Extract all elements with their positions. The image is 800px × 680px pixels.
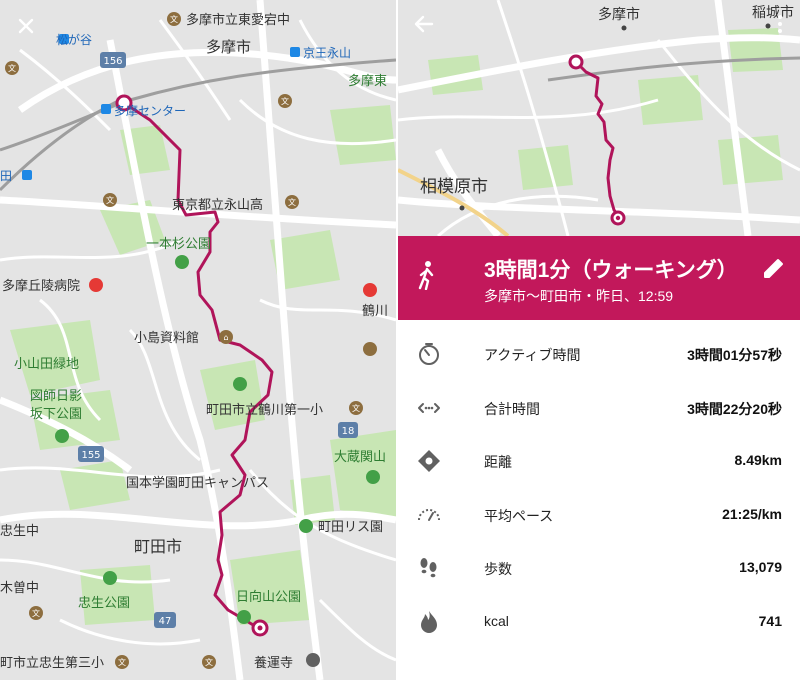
stat-value: 3時間01分57秒 <box>687 347 782 363</box>
label-park-3: 忠生公園 <box>78 596 130 611</box>
stat-value: 8.49km <box>734 452 782 468</box>
stat-value: 21:25/km <box>722 505 782 522</box>
stat-row-total-time: 合計時間 3時間22分20秒 <box>398 382 800 436</box>
label-park-2b: 坂下公園 <box>30 407 82 422</box>
map-canvas[interactable]: 156 155 18 47 文文文 文文⌂ 文文文 文 多摩市立東愛宕中 松が谷… <box>0 0 396 680</box>
label-zoo: 町田リス園 <box>318 520 383 535</box>
activity-subtitle: 多摩市〜町田市・昨日、12:59 <box>484 288 674 304</box>
stat-value: 3時間22分20秒 <box>687 400 782 417</box>
distance-icon <box>416 448 442 474</box>
svg-text:文: 文 <box>32 608 40 618</box>
label-school-1: 多摩市立東愛宕中 <box>186 12 290 28</box>
svg-text:文: 文 <box>352 403 360 413</box>
stat-label: 合計時間 <box>484 400 540 417</box>
label-area-1: 多摩東 <box>348 73 387 89</box>
svg-text:155: 155 <box>81 450 100 461</box>
stat-label: 平均ペース <box>484 507 554 524</box>
close-icon[interactable] <box>10 10 42 42</box>
route-shield-18: 18 <box>338 422 358 438</box>
stat-row-active-time: アクティブ時間 3時間01分57秒 <box>398 328 800 382</box>
route-map-large[interactable]: 156 155 18 47 文文文 文文 ⌂ 文文文 文 多摩市立東愛宕中 松が… <box>0 0 396 680</box>
city-dot-tama <box>621 25 627 31</box>
stat-row-average-pace: 平均ペース 21:25/km <box>398 489 800 543</box>
svg-text:文: 文 <box>118 657 126 667</box>
activity-detail-panel: 多摩市 稲城市 相模原市 3時間1分（ウォーキング） 多摩市〜町田市・昨日、12… <box>398 0 800 680</box>
label-school-4: 忠生中 <box>0 524 39 539</box>
activity-title: 3時間1分（ウォーキング） <box>484 259 738 282</box>
stat-row-distance: 距離 8.49km <box>398 435 800 489</box>
city-dot-sagamihara <box>459 205 465 211</box>
stat-row-calories: kcal 741 <box>398 596 800 650</box>
label-city-sagamihara: 相模原市 <box>420 177 488 197</box>
footsteps-icon <box>416 555 442 581</box>
label-school-2: 東京都立永山高 <box>172 197 263 213</box>
duration-icon <box>416 395 442 421</box>
route-shield-155: 155 <box>78 446 104 462</box>
zoo-pin <box>299 519 313 533</box>
label-greenery: 小山田緑地 <box>14 357 79 372</box>
stat-label: kcal <box>484 612 509 629</box>
walking-icon <box>416 260 438 290</box>
stat-value: 13,079 <box>739 559 782 575</box>
speedometer-icon <box>416 502 442 528</box>
edit-pencil-icon[interactable] <box>760 254 788 282</box>
more-options-icon[interactable] <box>768 8 792 40</box>
route-start-marker-small[interactable] <box>568 54 584 70</box>
label-station-2: 京王永山 <box>303 46 351 60</box>
svg-text:47: 47 <box>159 616 172 627</box>
stat-row-steps: 歩数 13,079 <box>398 542 800 596</box>
stat-label: アクティブ時間 <box>484 347 581 363</box>
svg-text:文: 文 <box>170 14 178 24</box>
route-shield-47: 47 <box>154 612 176 628</box>
svg-text:文: 文 <box>288 197 296 207</box>
label-station-1: 松が谷 <box>56 32 92 47</box>
label-park-1: 一本杉公園 <box>146 237 211 252</box>
label-hospital: 多摩丘陵病院 <box>2 278 80 294</box>
route-map-small[interactable]: 多摩市 稲城市 相模原市 <box>398 0 800 236</box>
label-school-5: 木曽中 <box>0 581 39 596</box>
label-park-4: 日向山公園 <box>236 589 301 605</box>
label-city-tama: 多摩市 <box>206 38 251 56</box>
stat-label: 歩数 <box>484 561 512 577</box>
label-area-2: 鶴川 <box>362 303 388 319</box>
svg-text:文: 文 <box>106 195 114 205</box>
label-museum: 小島資料館 <box>134 331 199 346</box>
label-campus: 国本学園町田キャンパス <box>126 475 269 491</box>
flame-icon <box>416 609 442 635</box>
svg-text:156: 156 <box>103 56 122 67</box>
back-arrow-icon[interactable] <box>408 8 440 40</box>
label-city-machida: 町田市 <box>134 537 182 556</box>
activity-stats-list: アクティブ時間 3時間01分57秒 合計時間 3時間22分20秒 距離 8.49… <box>398 328 800 649</box>
stat-value: 741 <box>758 612 782 629</box>
label-park-2a: 図師日影 <box>30 389 82 404</box>
route-shield-156: 156 <box>100 52 126 68</box>
svg-text:文: 文 <box>8 63 16 73</box>
label-city-tama-small: 多摩市 <box>598 6 640 23</box>
label-school-6: 町市立忠生第三小 <box>0 655 104 671</box>
route-end-dot <box>257 625 263 631</box>
label-station-3: 多摩センター <box>114 103 186 118</box>
label-school-3: 町田市立鶴川第一小 <box>206 402 323 418</box>
label-temple: 養運寺 <box>254 655 293 671</box>
timer-icon <box>416 341 442 367</box>
svg-text:文: 文 <box>281 96 289 106</box>
temple-pin <box>306 653 320 667</box>
svg-text:⌂: ⌂ <box>223 333 228 342</box>
activity-summary-header: 3時間1分（ウォーキング） 多摩市〜町田市・昨日、12:59 <box>398 236 800 320</box>
label-area-3: 大蔵関山 <box>334 450 386 465</box>
stat-label: 距離 <box>484 454 512 470</box>
route-end-dot-small <box>615 215 621 221</box>
svg-text:文: 文 <box>205 657 213 667</box>
label-station-4: 田 <box>0 169 12 183</box>
svg-text:18: 18 <box>342 426 355 437</box>
